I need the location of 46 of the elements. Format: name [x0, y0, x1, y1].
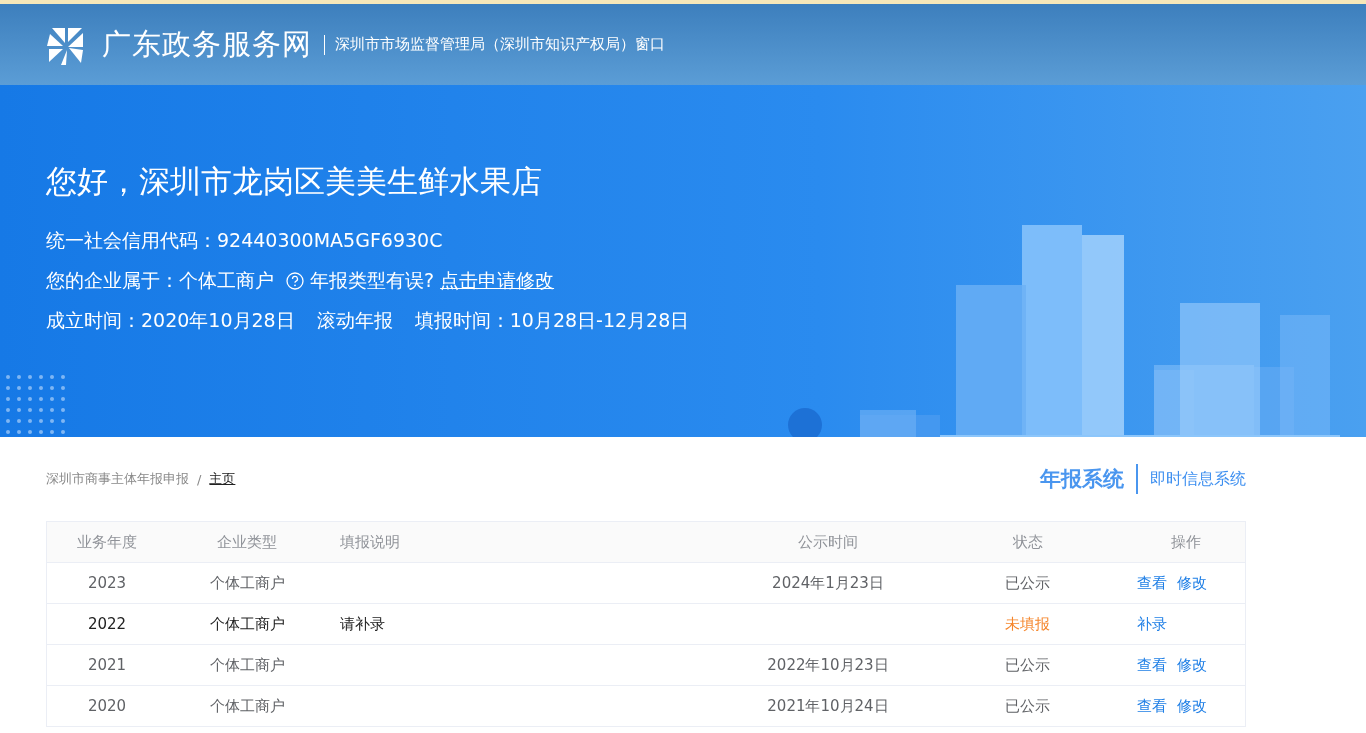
action-link[interactable]: 补录: [1137, 614, 1167, 634]
established-date-text: 成立时间：2020年10月28日: [46, 308, 295, 333]
type-error-hint: 年报类型有误?: [310, 268, 435, 293]
action-link[interactable]: 修改: [1177, 696, 1207, 716]
status-cell: 已公示: [1005, 655, 1050, 674]
publish-date-cell: 2022年10月23日: [767, 655, 889, 674]
system-tab[interactable]: 年报系统: [1040, 465, 1124, 493]
year-cell-text: 2020: [86, 697, 128, 715]
column-header: 状态: [1011, 532, 1044, 552]
question-circle-icon: [286, 272, 304, 290]
column-header: 公示时间: [797, 532, 859, 552]
status-cell: 已公示: [1005, 573, 1050, 592]
department-name: 深圳市市场监督管理局（深圳市知识产权局）窗口: [335, 35, 665, 54]
fill-period-text: 填报时间：10月28日-12月28日: [414, 308, 690, 333]
type-cell-text: 个体工商户: [208, 696, 286, 716]
type-cell-text: 个体工商户: [208, 614, 286, 634]
year-cell-text: 2023: [86, 574, 128, 592]
publish-date-cell: 2021年10月24日: [767, 696, 889, 715]
type-cell-text: 个体工商户: [208, 573, 286, 593]
type-cell-text: 个体工商户: [208, 655, 286, 675]
greeting-heading: 您好，深圳市龙岗区美美生鲜水果店: [46, 162, 543, 201]
status-cell: 未填报: [1005, 614, 1050, 633]
action-link[interactable]: 修改: [1177, 573, 1207, 593]
year-cell-text: 2021: [86, 656, 128, 674]
action-link[interactable]: 查看: [1137, 655, 1167, 675]
status-cell: 已公示: [1005, 696, 1050, 715]
breadcrumb-separator: /: [197, 471, 202, 487]
system-tab[interactable]: 即时信息系统: [1150, 468, 1246, 490]
year-cell-text: 2022: [86, 615, 128, 633]
breadcrumb-link[interactable]: 深圳市商事主体年报申报: [46, 470, 189, 488]
apply-modify-link[interactable]: 点击申请修改: [440, 268, 555, 294]
column-header: 企业类型: [216, 532, 278, 552]
breadcrumb-link[interactable]: 主页: [209, 470, 236, 488]
column-header: 填报说明: [339, 532, 401, 552]
enterprise-type-text: 您的企业属于：个体工商户: [46, 268, 274, 293]
column-header: 业务年度: [76, 532, 138, 552]
report-mode-text: 滚动年报: [316, 308, 393, 333]
dot-grid-drawing: [4, 373, 68, 437]
action-link[interactable]: 查看: [1137, 696, 1167, 716]
column-header: 操作: [1170, 532, 1202, 552]
action-link[interactable]: 修改: [1177, 655, 1207, 675]
note-cell: 请补录: [340, 614, 385, 633]
publish-date-cell: 2024年1月23日: [772, 573, 884, 592]
action-link[interactable]: 查看: [1137, 573, 1167, 593]
credit-code-text: 统一社会信用代码：92440300MA5GF6930C: [46, 228, 444, 253]
site-name: 广东政务服务网: [102, 25, 312, 63]
